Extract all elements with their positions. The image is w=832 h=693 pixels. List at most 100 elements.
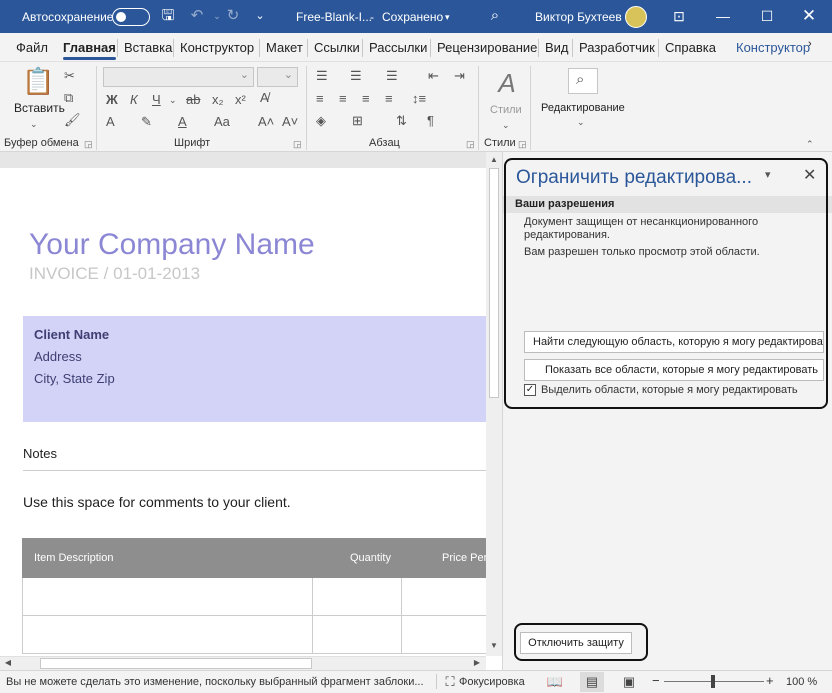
- paste-dropdown-icon[interactable]: ⌄: [30, 116, 38, 132]
- minimize-icon[interactable]: —: [708, 5, 738, 27]
- font-color-icon[interactable]: A: [178, 114, 187, 130]
- chevron-right-icon[interactable]: ›: [808, 38, 812, 50]
- divider: [23, 470, 486, 471]
- client-address: Address: [34, 349, 82, 364]
- sort-icon[interactable]: ⇅: [396, 113, 407, 129]
- document-title[interactable]: Free-Blank-I...: [296, 10, 372, 24]
- customize-qat-icon[interactable]: ⌄: [249, 7, 271, 25]
- italic-button[interactable]: К: [130, 92, 138, 108]
- copy-icon[interactable]: ⧉: [64, 90, 73, 106]
- undo-icon[interactable]: ↶: [186, 7, 208, 25]
- align-center-icon[interactable]: ≡: [339, 91, 347, 107]
- align-right-icon[interactable]: ≡: [362, 91, 370, 107]
- tab-help[interactable]: Справка: [665, 40, 716, 55]
- vertical-scrollbar[interactable]: ▲ ▼: [486, 152, 502, 656]
- clear-formatting-icon[interactable]: A̸: [260, 90, 269, 106]
- justify-icon[interactable]: ≡: [385, 91, 393, 107]
- bullets-icon[interactable]: ☰: [316, 68, 328, 84]
- underline-button[interactable]: Ч: [152, 92, 161, 108]
- print-layout-icon[interactable]: ▤: [583, 674, 601, 690]
- decrease-indent-icon[interactable]: ⇤: [428, 68, 439, 84]
- superscript-button[interactable]: x²: [235, 92, 246, 108]
- scroll-thumb[interactable]: [40, 658, 312, 669]
- close-icon[interactable]: ✕: [794, 5, 824, 27]
- tab-review[interactable]: Рецензирование: [437, 40, 537, 55]
- dialog-launcher-icon[interactable]: ◲: [84, 139, 93, 150]
- redo-icon[interactable]: ↻: [222, 7, 244, 25]
- focus-icon[interactable]: ⛶: [441, 674, 459, 690]
- multilevel-list-icon[interactable]: ☰: [386, 68, 398, 84]
- zoom-out-icon[interactable]: −: [652, 673, 660, 688]
- shrink-font-icon[interactable]: A˅: [282, 114, 298, 130]
- scroll-up-icon[interactable]: ▲: [487, 154, 501, 166]
- paste-icon[interactable]: 📋: [22, 66, 54, 96]
- font-name-select[interactable]: [103, 67, 254, 87]
- zoom-level[interactable]: 100 %: [786, 676, 817, 688]
- save-icon[interactable]: 🖫: [157, 7, 179, 25]
- tab-table-design[interactable]: Конструктор: [736, 40, 810, 55]
- font-size-select[interactable]: [257, 67, 298, 87]
- dialog-launcher-icon[interactable]: ◲: [518, 139, 527, 150]
- underline-dropdown-icon[interactable]: ⌄: [169, 92, 177, 108]
- styles-icon[interactable]: A: [490, 68, 524, 98]
- scroll-right-icon[interactable]: ▶: [470, 657, 484, 669]
- paste-button[interactable]: Вставить: [14, 100, 65, 116]
- maximize-icon[interactable]: ☐: [752, 5, 782, 27]
- change-case-icon[interactable]: Aa: [214, 114, 230, 130]
- tab-mailings[interactable]: Рассылки: [369, 40, 427, 55]
- dialog-launcher-icon[interactable]: ◲: [466, 139, 475, 150]
- zoom-slider-handle[interactable]: [711, 675, 715, 688]
- chevron-down-icon[interactable]: ▾: [445, 12, 450, 23]
- avatar[interactable]: [625, 6, 647, 28]
- tab-view[interactable]: Вид: [545, 40, 569, 55]
- cut-icon[interactable]: ✂: [64, 68, 75, 84]
- scroll-thumb[interactable]: [489, 168, 499, 398]
- user-name[interactable]: Виктор Бухтеев: [535, 10, 622, 24]
- group-clipboard: Буфер обмена: [4, 137, 79, 149]
- tab-references[interactable]: Ссылки: [314, 40, 360, 55]
- autosave-toggle[interactable]: [112, 8, 150, 26]
- bold-button[interactable]: Ж: [106, 92, 118, 108]
- save-status[interactable]: Сохранено: [382, 10, 443, 24]
- grow-font-icon[interactable]: A˄: [258, 114, 274, 130]
- tab-design[interactable]: Конструктор: [180, 40, 254, 55]
- numbering-icon[interactable]: ☰: [350, 68, 362, 84]
- borders-icon[interactable]: ⊞: [352, 113, 363, 129]
- tab-developer[interactable]: Разработчик: [579, 40, 655, 55]
- highlight-color-icon[interactable]: ✎: [141, 114, 152, 130]
- tab-home[interactable]: Главная: [63, 40, 116, 60]
- format-painter-icon[interactable]: 🖌: [64, 112, 81, 128]
- table-row[interactable]: [22, 616, 486, 654]
- styles-dropdown-icon[interactable]: ⌄: [502, 117, 510, 133]
- web-layout-icon[interactable]: ▣: [620, 674, 638, 690]
- horizontal-scrollbar[interactable]: ◀ ▶: [0, 656, 486, 670]
- read-mode-icon[interactable]: 📖: [546, 674, 564, 690]
- show-marks-icon[interactable]: ¶: [427, 113, 434, 129]
- document-page[interactable]: Your Company Name INVOICE / 01-01-2013 C…: [0, 168, 486, 656]
- scroll-left-icon[interactable]: ◀: [1, 657, 15, 669]
- focus-button[interactable]: Фокусировка: [459, 676, 525, 688]
- subscript-button[interactable]: x₂: [212, 92, 224, 108]
- invoice-label: INVOICE: [29, 264, 99, 283]
- table-row[interactable]: [22, 578, 486, 616]
- styles-button[interactable]: Стили: [490, 102, 522, 118]
- tab-layout[interactable]: Макет: [266, 40, 303, 55]
- increase-indent-icon[interactable]: ⇥: [454, 68, 465, 84]
- line-spacing-icon[interactable]: ↕≡: [412, 91, 426, 107]
- editing-dropdown-icon[interactable]: ⌄: [577, 114, 585, 130]
- collapse-ribbon-icon[interactable]: ⌃: [806, 136, 814, 152]
- shading-icon[interactable]: ◈: [316, 113, 326, 129]
- strikethrough-button[interactable]: ab: [186, 92, 200, 108]
- align-left-icon[interactable]: ≡: [316, 91, 324, 107]
- client-name: Client Name: [34, 327, 110, 342]
- text-effects-icon[interactable]: A: [106, 114, 115, 130]
- tab-insert[interactable]: Вставка: [124, 40, 172, 55]
- search-icon[interactable]: ⌕: [484, 7, 506, 25]
- scroll-down-icon[interactable]: ▼: [487, 640, 501, 652]
- tab-file[interactable]: Файл: [16, 40, 48, 55]
- zoom-in-icon[interactable]: +: [766, 673, 774, 688]
- highlight-frame: [514, 623, 648, 661]
- search-icon[interactable]: ⌕: [576, 72, 584, 88]
- ribbon-display-icon[interactable]: ⊡: [664, 5, 694, 27]
- dialog-launcher-icon[interactable]: ◲: [293, 139, 302, 150]
